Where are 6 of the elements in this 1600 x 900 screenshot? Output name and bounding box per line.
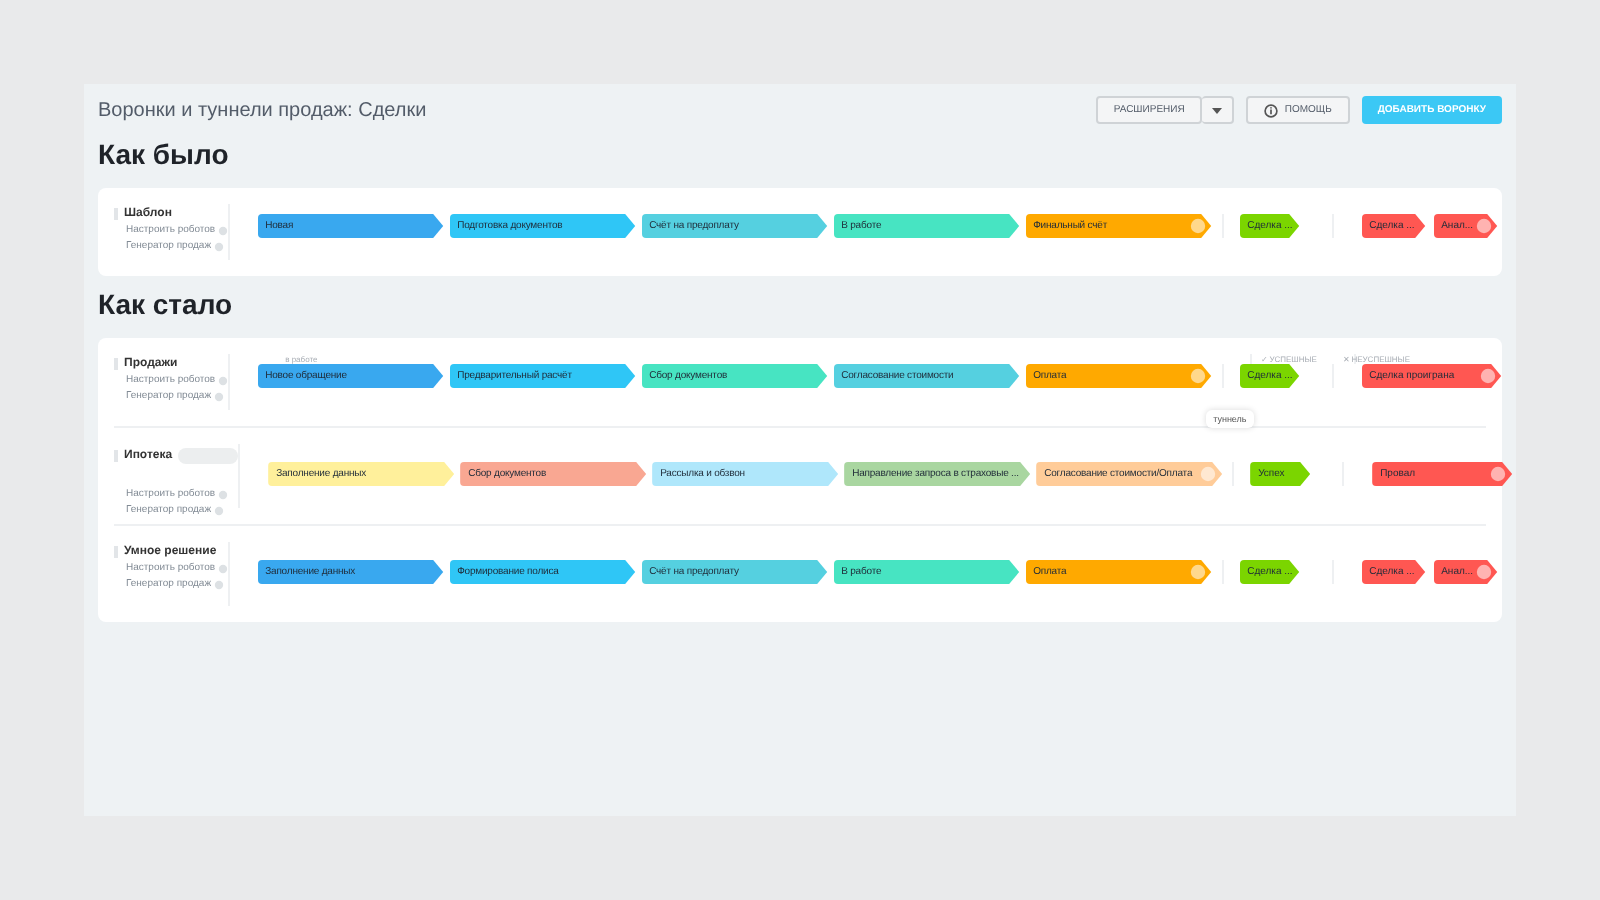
- section-heading: Как стало: [98, 288, 235, 320]
- info-icon: [1264, 103, 1279, 117]
- caret-icon: [1212, 107, 1223, 113]
- section-heading: Как было: [98, 138, 231, 170]
- page-title: Воронки и туннели продаж: Сделки: [98, 99, 427, 121]
- dropdown-button[interactable]: [1202, 96, 1235, 124]
